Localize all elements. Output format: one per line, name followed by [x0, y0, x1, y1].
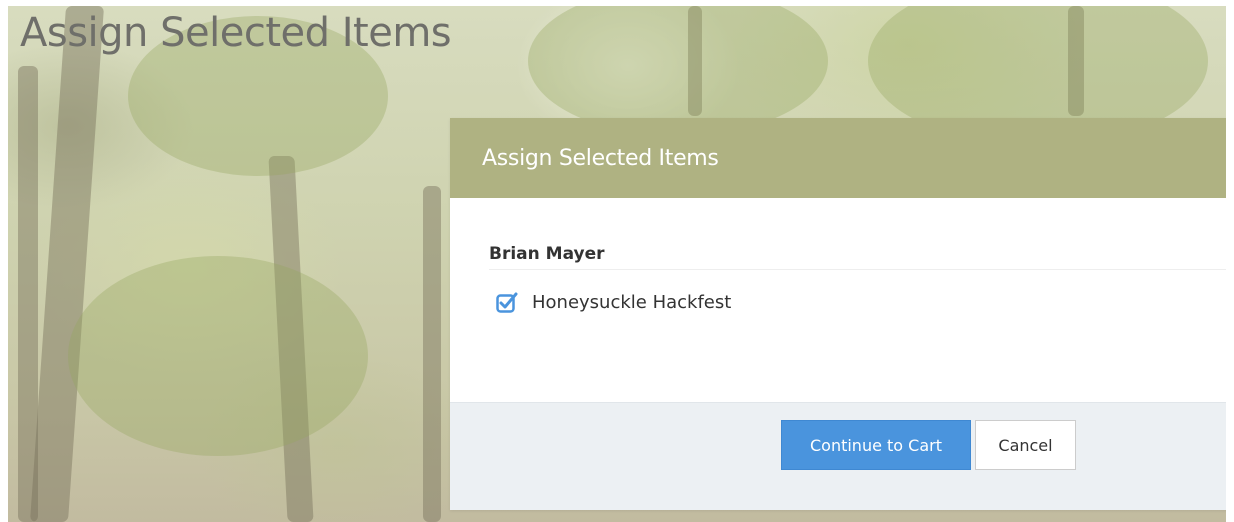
assign-items-modal: Assign Selected Items Brian Mayer Honeys…: [450, 118, 1226, 510]
foliage: [68, 256, 368, 456]
tree-trunk: [29, 6, 105, 522]
person-name: Brian Mayer: [489, 244, 605, 264]
modal-header: Assign Selected Items: [450, 118, 1226, 198]
foliage: [528, 6, 828, 136]
list-item[interactable]: Honeysuckle Hackfest: [496, 291, 731, 313]
checkbox-checked-icon[interactable]: [496, 291, 518, 313]
modal-body: Brian Mayer Honeysuckle Hackfest: [450, 198, 1226, 402]
divider: [489, 269, 1226, 270]
tree-trunk: [18, 66, 38, 522]
cancel-button[interactable]: Cancel: [975, 420, 1076, 470]
modal-title: Assign Selected Items: [482, 145, 719, 171]
page-title: Assign Selected Items: [20, 10, 452, 56]
item-label: Honeysuckle Hackfest: [532, 291, 732, 313]
modal-footer: Continue to Cart Cancel: [450, 402, 1226, 510]
continue-to-cart-button[interactable]: Continue to Cart: [781, 420, 971, 470]
tree-trunk: [423, 186, 441, 522]
page-background: Assign Selected Items Assign Selected It…: [8, 6, 1226, 522]
